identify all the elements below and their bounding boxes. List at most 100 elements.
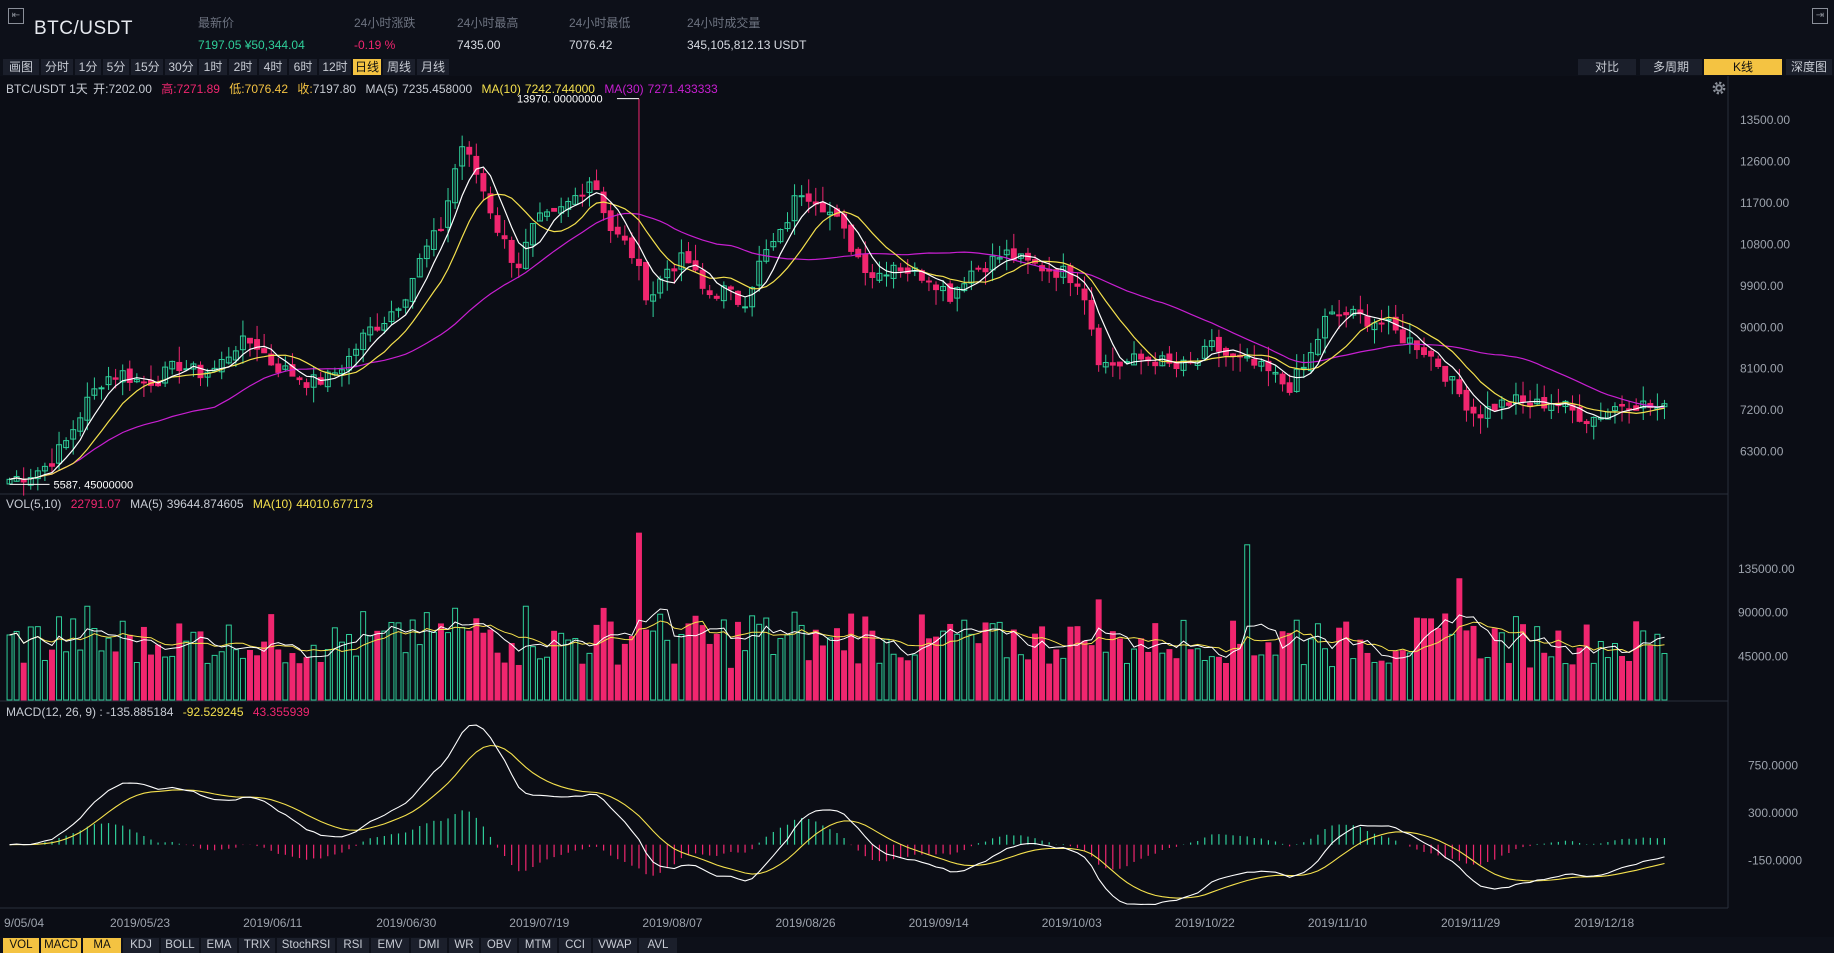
indicator-button[interactable]: VWAP <box>593 938 637 953</box>
indicator-button[interactable]: TRIX <box>239 938 275 953</box>
volume-bar <box>536 658 543 701</box>
indicator-button[interactable]: DMI <box>411 938 447 953</box>
candle-body <box>112 377 119 380</box>
candle-body <box>140 381 147 384</box>
indicator-button[interactable]: CCI <box>559 938 591 953</box>
view-multi-period-button[interactable]: 多周期 <box>1640 59 1702 75</box>
interval-button[interactable]: 1时 <box>199 59 227 75</box>
indicator-button[interactable]: KDJ <box>123 938 159 953</box>
volume-bar <box>918 614 925 701</box>
volume-bar <box>1123 662 1130 701</box>
volume-bar <box>1208 656 1215 701</box>
volume-bar <box>1046 663 1053 701</box>
volume-bar <box>975 643 982 701</box>
indicator-button[interactable]: StochRSI <box>277 938 335 953</box>
volume-bar <box>430 631 437 701</box>
volume-bar <box>1187 649 1194 701</box>
volume-bar <box>735 621 741 701</box>
volume-bar <box>1541 652 1548 701</box>
candle-body <box>607 210 614 231</box>
volume-bar <box>586 652 593 701</box>
candle-body <box>247 337 253 344</box>
macd-label: MACD(12, 26, 9) : -135.885184 <box>6 705 174 719</box>
candle-body <box>374 326 381 331</box>
interval-button[interactable]: 画图 <box>3 59 39 75</box>
volume-bar <box>1435 627 1442 701</box>
interval-button[interactable]: 周线 <box>383 59 415 75</box>
volume-bar <box>671 663 678 701</box>
volume-bar <box>1548 656 1555 701</box>
candle-body <box>1583 421 1590 425</box>
volume-bar <box>515 664 522 701</box>
price-axis-label: 11700.00 <box>1740 196 1789 210</box>
candle-body <box>685 251 692 264</box>
interval-button[interactable]: 分时 <box>41 59 73 75</box>
volume-bar <box>883 638 890 701</box>
stat-label: 24小时涨跌 <box>354 16 416 30</box>
candle-body <box>176 361 183 371</box>
indicator-button[interactable]: WR <box>449 938 479 953</box>
volume-bar <box>1442 613 1449 701</box>
volume-bar <box>6 634 13 701</box>
indicator-button[interactable]: AVL <box>639 938 677 953</box>
settings-gear-icon[interactable] <box>1710 79 1728 97</box>
interval-button[interactable]: 6时 <box>289 59 317 75</box>
volume-bar <box>289 653 296 701</box>
interval-button[interactable]: 2时 <box>229 59 257 75</box>
volume-bar <box>105 637 112 701</box>
indicator-button[interactable]: RSI <box>337 938 369 953</box>
indicator-button[interactable]: EMV <box>371 938 409 953</box>
volume-bar <box>1053 649 1060 701</box>
candle-body <box>501 235 508 240</box>
min-annotation-label: 5587. 45000000 <box>54 479 134 491</box>
volume-bar <box>1060 657 1067 701</box>
volume-bar <box>41 659 48 701</box>
volume-bar <box>565 639 572 701</box>
interval-button[interactable]: 月线 <box>417 59 449 75</box>
volume-bar <box>437 623 444 701</box>
indicator-button[interactable]: VOL <box>3 938 39 953</box>
volume-bar <box>1081 640 1088 701</box>
candle-body <box>1095 327 1102 366</box>
interval-button[interactable]: 5分 <box>103 59 129 75</box>
open-value: 7202.00 <box>108 82 152 96</box>
collapse-right-icon[interactable]: ⇥ <box>1812 8 1828 24</box>
interval-button[interactable]: 15分 <box>131 59 163 75</box>
volume-bar <box>600 607 607 701</box>
kline-info-line: BTC/USDT 1天 开:7202.00 高:7271.89 低:7076.4… <box>6 80 724 97</box>
volume-bar <box>996 621 1003 701</box>
interval-button[interactable]: 日线 <box>353 59 381 75</box>
indicator-button[interactable]: MTM <box>519 938 557 953</box>
date-axis-label: 9/05/04 <box>4 916 44 930</box>
indicator-button[interactable]: BOLL <box>161 938 199 953</box>
indicator-button[interactable]: OBV <box>481 938 517 953</box>
view-kline-button[interactable]: K线 <box>1704 59 1782 75</box>
candle-body <box>713 295 720 299</box>
candle-body <box>862 253 869 274</box>
candle-body <box>515 263 522 269</box>
view-compare-button[interactable]: 对比 <box>1578 59 1636 75</box>
volume-bar <box>1350 658 1357 701</box>
volume-bar <box>1463 630 1470 701</box>
view-depth-button[interactable]: 深度图 <box>1786 59 1832 75</box>
volume-bar <box>1166 649 1173 701</box>
volume-bar <box>1661 653 1668 701</box>
candle-body <box>1215 336 1222 352</box>
volume-bar <box>1527 667 1534 701</box>
interval-button[interactable]: 30分 <box>165 59 197 75</box>
interval-button[interactable]: 1分 <box>75 59 101 75</box>
volume-bar <box>544 656 551 701</box>
candle-body <box>1081 288 1088 301</box>
volume-bar <box>947 623 954 701</box>
volume-bar <box>812 629 819 701</box>
indicator-button[interactable]: MACD <box>41 938 81 953</box>
indicator-button[interactable]: EMA <box>201 938 237 953</box>
volume-bar <box>140 626 147 701</box>
interval-button[interactable]: 4时 <box>259 59 287 75</box>
collapse-left-icon[interactable]: ⇤ <box>8 8 24 24</box>
stat-24h-high: 24小时最高 7435.00 <box>457 14 518 52</box>
volume-bar <box>27 626 34 701</box>
interval-button[interactable]: 12时 <box>319 59 351 75</box>
indicator-button[interactable]: MA <box>83 938 121 953</box>
volume-bar <box>445 632 451 701</box>
